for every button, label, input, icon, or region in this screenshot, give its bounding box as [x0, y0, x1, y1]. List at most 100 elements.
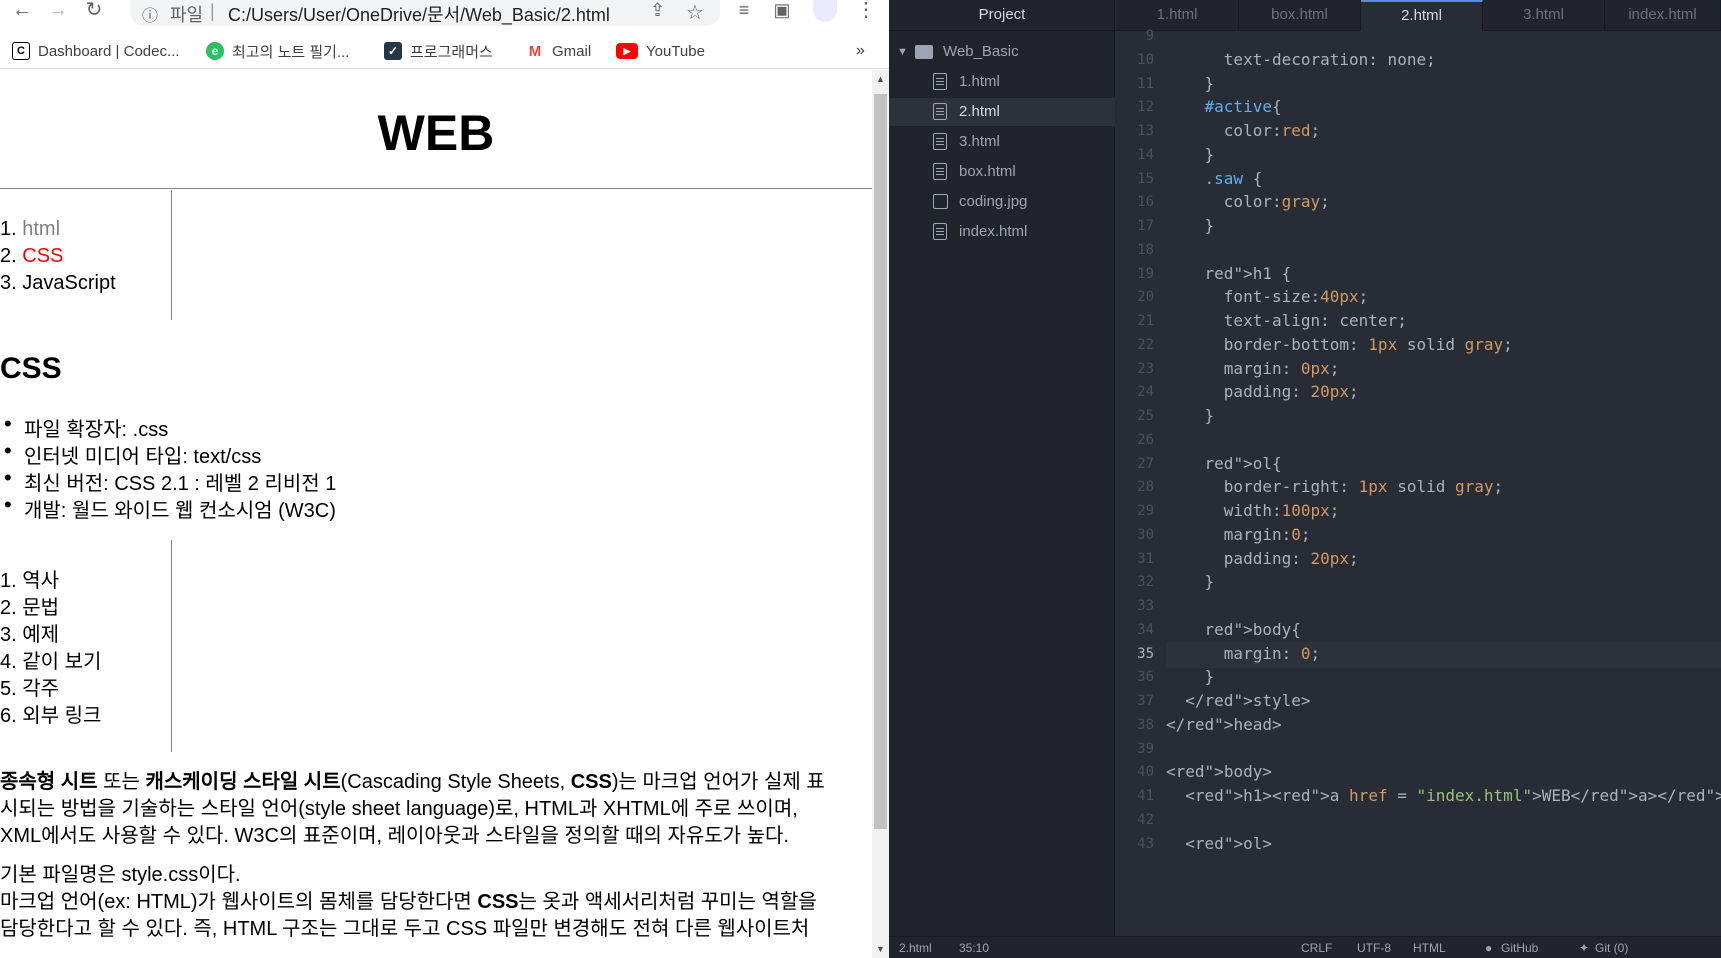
code-line[interactable]: <red">ol>	[1166, 834, 1272, 853]
code-line[interactable]: color:red;	[1166, 121, 1320, 140]
folder-row[interactable]: ▼ Web_Basic	[889, 38, 1115, 66]
status-grammar[interactable]: HTML	[1413, 941, 1446, 955]
bookmark-star-icon[interactable]: ☆	[686, 0, 704, 25]
status-line-ending[interactable]: CRLF	[1301, 941, 1332, 955]
code-line[interactable]: #active{	[1166, 97, 1282, 116]
nav-item-css[interactable]: 2. CSS	[0, 245, 63, 268]
code-line[interactable]: </red">head>	[1166, 715, 1282, 734]
code-line[interactable]: }	[1166, 406, 1215, 425]
toc-item[interactable]: 3. 예제	[0, 618, 59, 647]
line-number: 29	[1137, 503, 1154, 519]
code-line[interactable]: color:gray;	[1166, 192, 1330, 211]
code-line[interactable]: <red">body>	[1166, 762, 1272, 781]
file-row[interactable]: 3.html	[889, 128, 1115, 156]
code-line[interactable]: border-right: 1px solid gray;	[1166, 477, 1503, 496]
chevron-down-icon[interactable]: ▼	[897, 38, 908, 66]
page-scrollbar[interactable]: ▲ ▼	[872, 70, 889, 958]
address-bar[interactable]: ⓘ 파일 | C:/Users/User/OneDrive/문서/Web_Bas…	[130, 0, 720, 26]
tab-2-html[interactable]: 2.html	[1361, 0, 1483, 31]
bookmark-evernote[interactable]: e 최고의 노트 필기...	[206, 40, 349, 62]
line-number: 24	[1137, 384, 1154, 401]
status-github[interactable]: GitHub	[1501, 941, 1538, 955]
git-icon[interactable]: ✦	[1579, 941, 1589, 955]
tab-1-html[interactable]: 1.html	[1116, 0, 1239, 31]
code-line[interactable]: red">body{	[1166, 620, 1301, 639]
code-line[interactable]: }	[1166, 572, 1215, 591]
code-line[interactable]: red">ol{	[1166, 454, 1282, 473]
tab-box-html[interactable]: box.html	[1239, 0, 1361, 31]
code-area[interactable]: text-decoration: none; } #active{ color:…	[1166, 31, 1721, 936]
code-line[interactable]: }	[1166, 74, 1215, 93]
status-git[interactable]: Git (0)	[1595, 941, 1628, 955]
info-icon[interactable]: ⓘ	[142, 2, 158, 26]
toc-label[interactable]: 역사	[22, 570, 59, 592]
code-line[interactable]: border-bottom: 1px solid gray;	[1166, 335, 1513, 354]
scroll-up-icon[interactable]: ▲	[876, 74, 885, 84]
toc-item[interactable]: 4. 같이 보기	[0, 645, 101, 674]
toc-label[interactable]: 각주	[22, 678, 59, 700]
file-row-selected[interactable]: 2.html	[889, 98, 1115, 126]
url-text[interactable]: C:/Users/User/OneDrive/문서/Web_Basic/2.ht…	[228, 1, 610, 27]
code-line[interactable]: padding: 20px;	[1166, 382, 1359, 401]
file-row[interactable]: box.html	[889, 158, 1115, 186]
forward-icon[interactable]: →	[44, 0, 72, 22]
reading-list-icon[interactable]: ≡	[730, 0, 758, 22]
tab-3-html[interactable]: 3.html	[1483, 0, 1605, 31]
line-number: 38	[1137, 716, 1154, 733]
nav-item-html[interactable]: 1. html	[0, 218, 60, 241]
code-line[interactable]: red">h1 {	[1166, 264, 1292, 283]
status-cursor[interactable]: 35:10	[959, 941, 989, 955]
toc-label[interactable]: 같이 보기	[22, 651, 101, 673]
share-icon[interactable]: ⇪	[650, 0, 665, 21]
code-line[interactable]: }	[1166, 216, 1215, 235]
menu-icon[interactable]: ⋮	[852, 0, 880, 22]
line-number: 19	[1137, 265, 1154, 282]
code-line[interactable]: .saw {	[1166, 169, 1263, 188]
code-line[interactable]: margin: 0;	[1166, 644, 1320, 663]
code-line[interactable]: <red">h1><red">a href = "index.html">WEB…	[1166, 786, 1721, 805]
scroll-down-icon[interactable]: ▼	[876, 944, 885, 954]
nav-item-label[interactable]: html	[22, 218, 60, 240]
toc-label[interactable]: 예제	[22, 624, 59, 646]
status-file[interactable]: 2.html	[899, 941, 932, 955]
github-icon[interactable]: ●	[1485, 941, 1492, 955]
code-line[interactable]: padding: 20px;	[1166, 549, 1359, 568]
toc-item[interactable]: 5. 각주	[0, 672, 59, 701]
side-panel-icon[interactable]: ▣	[768, 0, 796, 22]
tab-index-html[interactable]: index.html	[1605, 0, 1721, 31]
toc-item[interactable]: 6. 외부 링크	[0, 699, 101, 728]
code-line[interactable]: font-size:40px;	[1166, 287, 1369, 306]
nav-item-label[interactable]: JavaScript	[22, 272, 115, 294]
code-line[interactable]: margin: 0px;	[1166, 359, 1340, 378]
more-bookmarks-button[interactable]: »	[856, 40, 865, 62]
toc-item[interactable]: 1. 역사	[0, 564, 59, 593]
back-icon[interactable]: ←	[8, 0, 36, 22]
page-title-link[interactable]: WEB	[378, 105, 495, 161]
profile-avatar[interactable]	[813, 0, 837, 22]
code-line[interactable]: </red">style>	[1166, 691, 1310, 710]
line-number: 18	[1137, 241, 1154, 258]
status-encoding[interactable]: UTF-8	[1357, 941, 1391, 955]
code-line[interactable]: }	[1166, 667, 1215, 686]
bookmark-programmers[interactable]: ✓ 프로그래머스	[384, 40, 493, 62]
code-line[interactable]: text-decoration: none;	[1166, 50, 1436, 69]
code-line[interactable]: width:100px;	[1166, 501, 1340, 520]
toc-label[interactable]: 외부 링크	[22, 705, 101, 727]
evernote-icon: e	[206, 42, 224, 60]
nav-item-javascript[interactable]: 3. JavaScript	[0, 272, 116, 295]
bookmark-codecademy[interactable]: C Dashboard | Codec...	[12, 40, 179, 62]
scrollbar-thumb[interactable]	[874, 94, 887, 829]
nav-item-label[interactable]: CSS	[22, 245, 63, 267]
code-line[interactable]: text-align: center;	[1166, 311, 1407, 330]
toc-label[interactable]: 문법	[22, 597, 59, 619]
toc-item[interactable]: 2. 문법	[0, 591, 59, 620]
bookmark-gmail[interactable]: M Gmail	[526, 40, 591, 62]
bookmark-youtube[interactable]: ▶ YouTube	[616, 40, 705, 62]
reload-icon[interactable]: ↻	[80, 0, 108, 22]
code-line[interactable]: }	[1166, 145, 1215, 164]
file-row[interactable]: 1.html	[889, 68, 1115, 96]
code-line[interactable]: margin:0;	[1166, 525, 1311, 544]
file-row[interactable]: coding.jpg	[889, 188, 1115, 216]
file-row[interactable]: index.html	[889, 218, 1115, 246]
line-number: 37	[1137, 693, 1154, 709]
